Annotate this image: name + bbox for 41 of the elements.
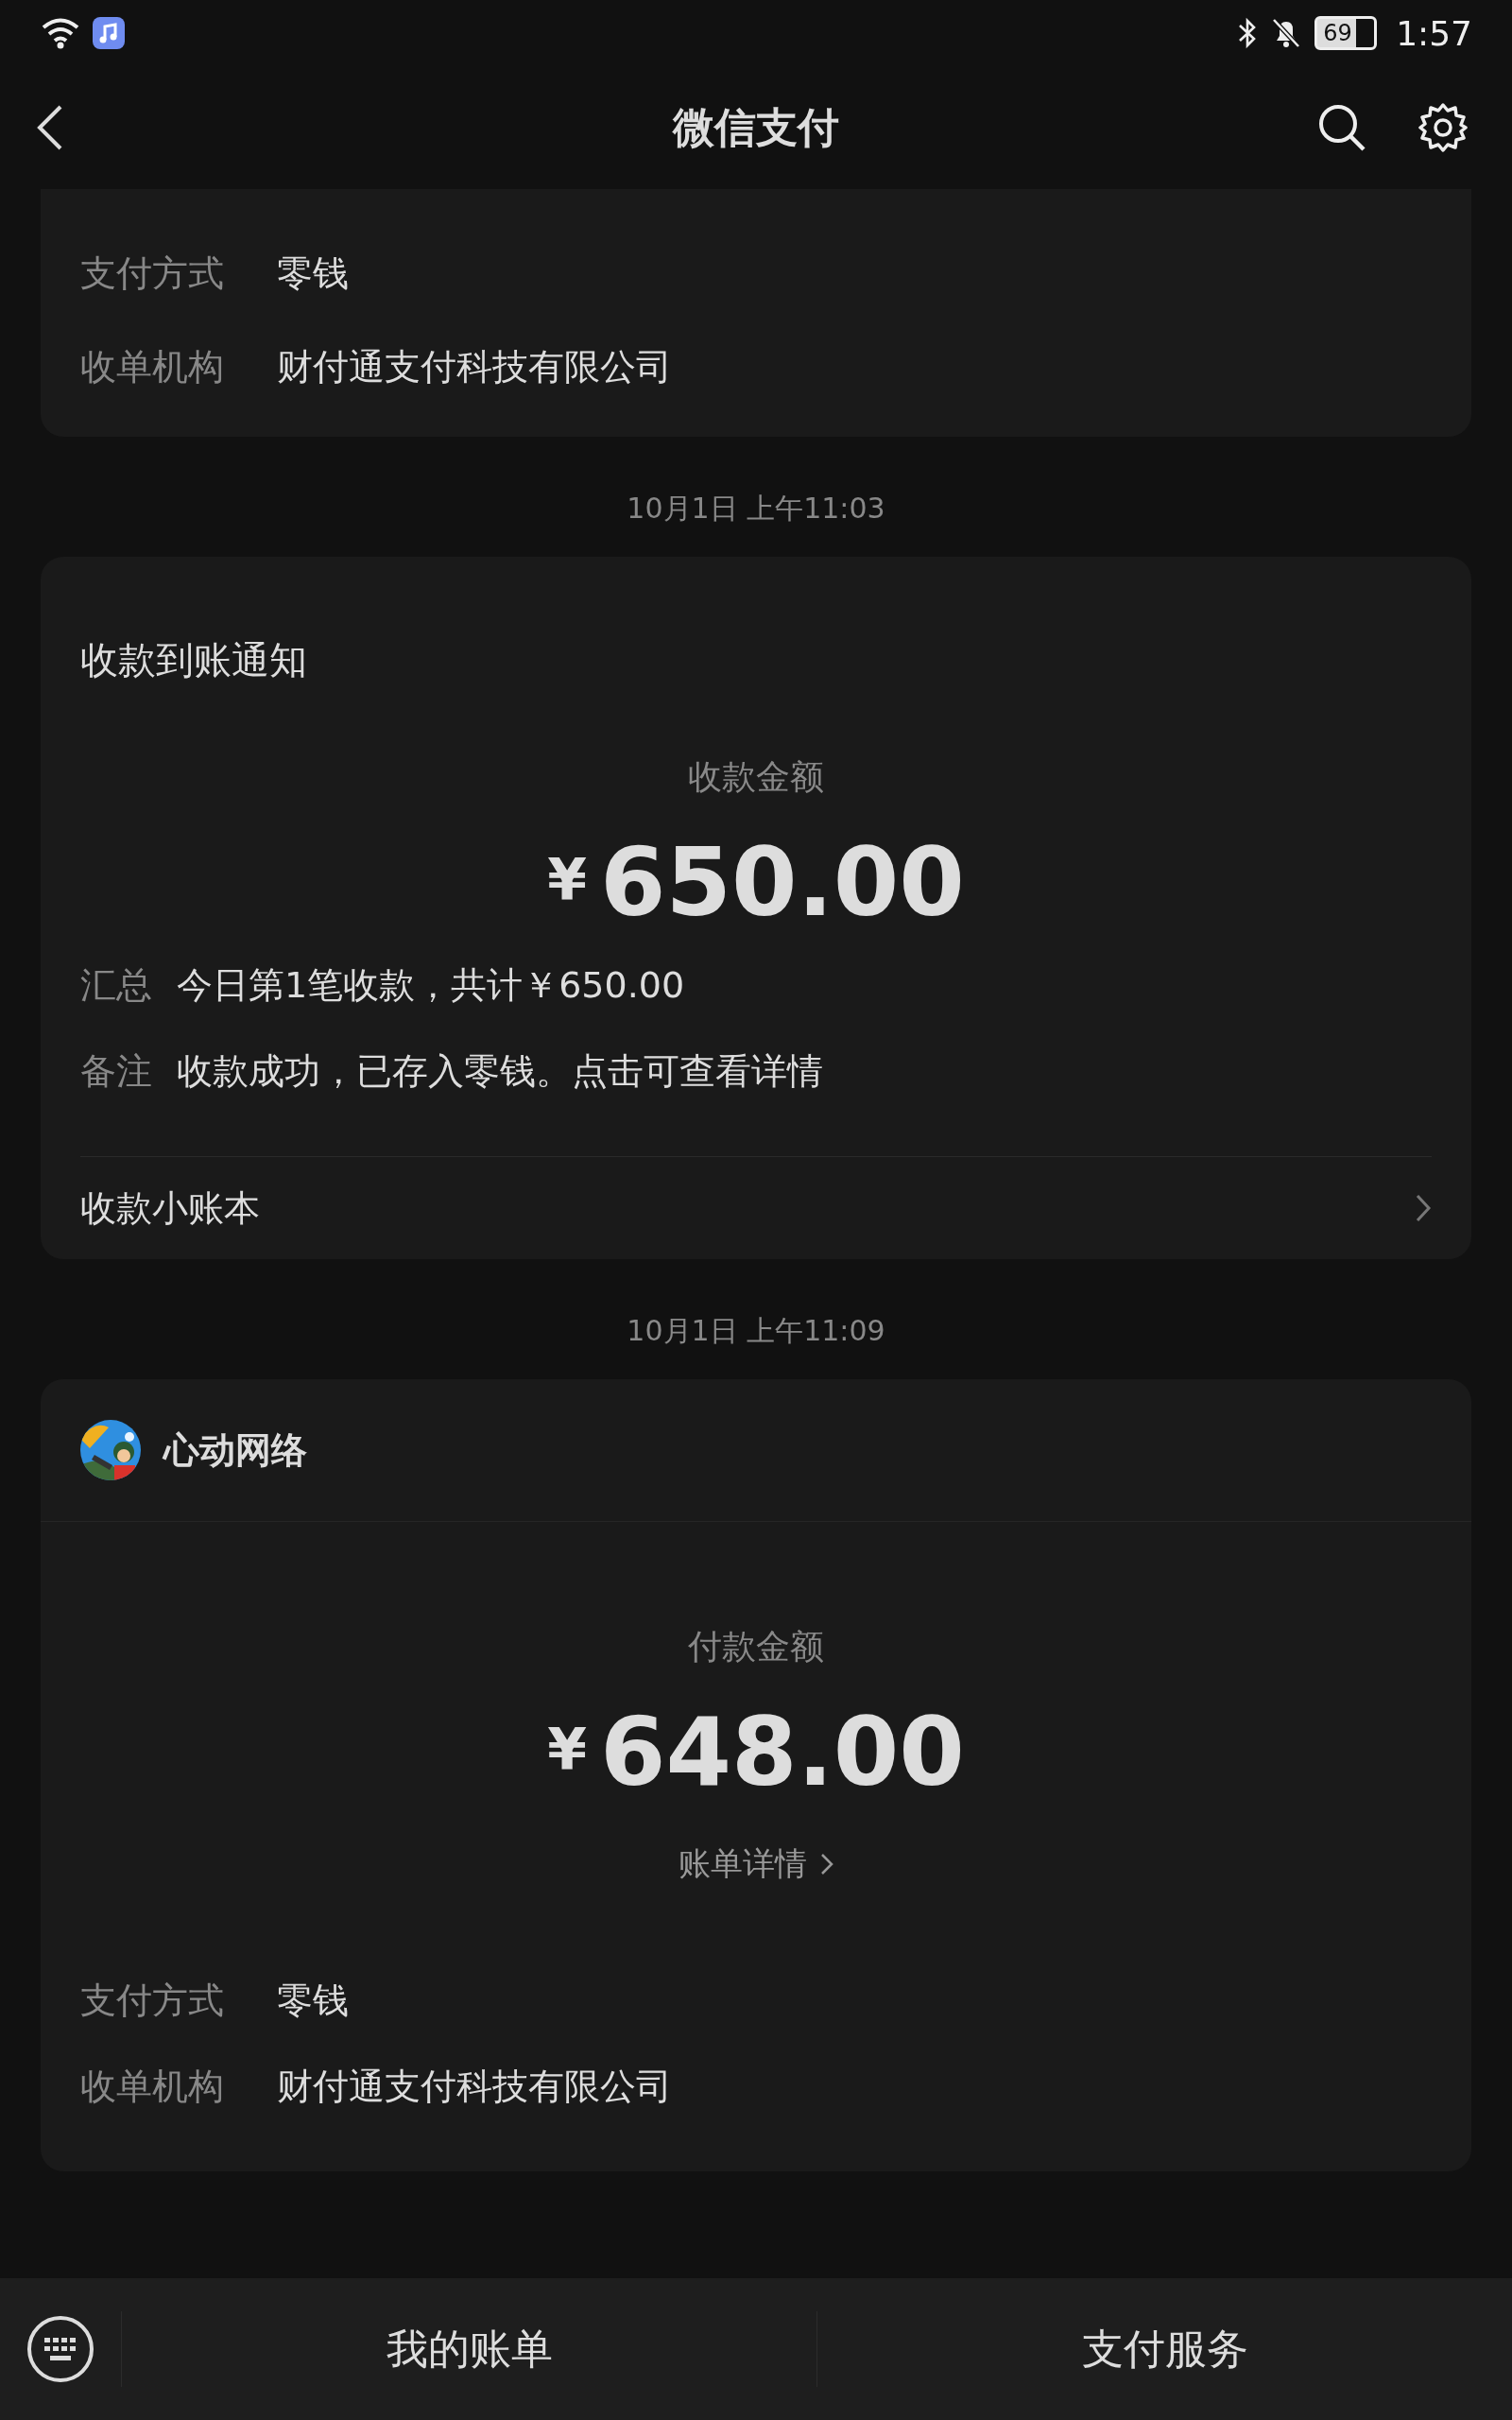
page-title: 微信支付: [673, 101, 839, 153]
wifi-icon: [42, 17, 79, 49]
message-card[interactable]: 心动网络 付款金额 ¥648.00 账单详情 支付方式 零钱 收单机构 财付通支付科技有限公司: [41, 1379, 1471, 2171]
detail-label: 备注: [80, 1049, 152, 1094]
detail-value: 收款成功，已存入零钱。点击可查看详情: [177, 1049, 823, 1094]
message-card[interactable]: 支付方式 零钱 收单机构 财付通支付科技有限公司: [41, 189, 1471, 437]
amount-label: 付款金额: [688, 1626, 824, 1668]
back-icon[interactable]: [36, 104, 64, 151]
detail-label: 支付方式: [80, 1979, 225, 2023]
search-icon[interactable]: [1317, 103, 1366, 152]
message-card[interactable]: 收款到账通知 收款金额 ¥650.00 汇总 今日第1笔收款，共计￥650.00 备注 收款成功，已存入零钱。点击可查看详情 收款小账本: [41, 557, 1471, 1259]
detail-value: 零钱: [277, 1979, 349, 2023]
detail-value: 零钱: [277, 251, 349, 296]
detail-label: 收单机构: [80, 2065, 225, 2109]
currency-symbol: ¥: [547, 1716, 587, 1782]
chevron-right-icon: [1415, 1193, 1432, 1223]
merchant-name: 心动网络: [163, 1427, 307, 1473]
message-time: 10月1日 上午11:03: [627, 491, 885, 527]
muted-bell-icon: [1271, 17, 1302, 49]
detail-value: 今日第1笔收款，共计￥650.00: [177, 963, 685, 1008]
detail-label: 支付方式: [80, 251, 225, 296]
status-time: 1:57: [1396, 13, 1472, 53]
menu-tab[interactable]: 我的账单: [122, 2311, 817, 2387]
amount-value: 650.00: [599, 831, 965, 935]
settings-icon[interactable]: [1418, 102, 1469, 153]
amount-label: 收款金额: [688, 756, 824, 798]
bill-details-link[interactable]: 账单详情: [679, 1842, 833, 1886]
message-time: 10月1日 上午11:09: [627, 1313, 885, 1349]
currency-symbol: ¥: [547, 846, 587, 912]
chevron-right-icon: [820, 1853, 833, 1876]
detail-value: 财付通支付科技有限公司: [277, 345, 672, 389]
amount-value: 648.00: [599, 1701, 965, 1805]
detail-value: 财付通支付科技有限公司: [277, 2065, 672, 2109]
ledger-link[interactable]: 收款小账本: [80, 1156, 1432, 1259]
detail-label: 收单机构: [80, 345, 225, 389]
keyboard-icon[interactable]: [26, 2315, 94, 2383]
menu-tab[interactable]: 支付服务: [817, 2311, 1512, 2387]
detail-label: 汇总: [80, 963, 152, 1008]
notice-title: 收款到账通知: [80, 637, 308, 683]
battery-indicator: 69: [1314, 16, 1378, 50]
music-app-icon: [93, 17, 125, 49]
